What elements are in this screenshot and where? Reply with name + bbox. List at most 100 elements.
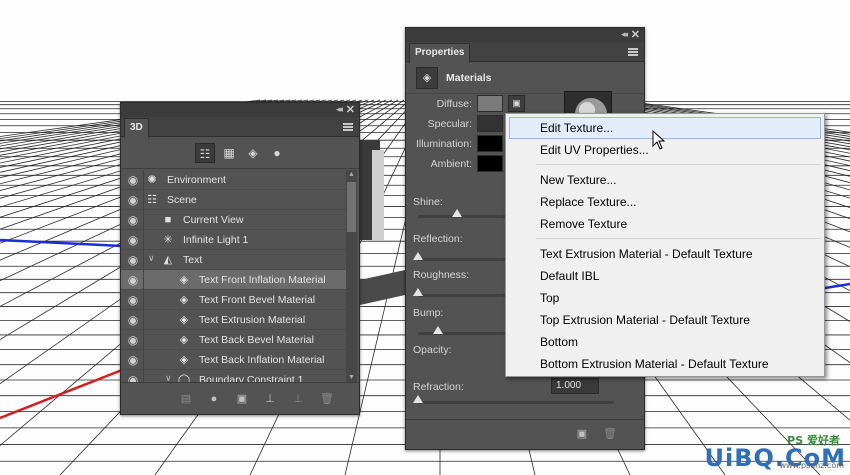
properties-titlebar[interactable]: ◂◂ ✕ xyxy=(406,28,644,42)
layer-row-text-extrusion[interactable]: ◉ ◈ Text Extrusion Material xyxy=(121,310,347,330)
close-icon[interactable]: ✕ xyxy=(346,103,355,116)
texture-menu-icon[interactable]: ▣ xyxy=(508,95,525,112)
mesh-filter-icon[interactable]: ▦ xyxy=(219,143,239,163)
eye-icon[interactable]: ◉ xyxy=(125,233,141,247)
close-icon[interactable]: ✕ xyxy=(631,28,640,41)
layer-list-scrollbar[interactable]: ▲ ▼ xyxy=(346,170,357,382)
menu-item-remove-texture[interactable]: Remove Texture xyxy=(509,213,821,235)
menu-item-top-extrusion-default-texture[interactable]: Top Extrusion Material - Default Texture xyxy=(509,309,821,331)
collapse-icon[interactable]: ◂◂ xyxy=(336,104,343,115)
panel-menu-icon[interactable] xyxy=(343,123,353,131)
3d-panel-footer: ▤ ● ▣ ⊥ ⊥ 🗑 xyxy=(121,382,359,414)
eye-icon[interactable]: ◉ xyxy=(125,173,141,187)
scene-filter-icon[interactable]: ☷ xyxy=(195,143,215,163)
bump-slider-knob[interactable] xyxy=(432,326,443,334)
eye-icon[interactable]: ◉ xyxy=(125,313,141,327)
eye-icon[interactable]: ◉ xyxy=(125,293,141,307)
eye-icon[interactable]: ◉ xyxy=(125,373,141,382)
ambient-label: Ambient: xyxy=(430,158,472,170)
specular-label: Specular: xyxy=(427,118,472,130)
3d-panel: ◂◂ ✕ 3D ☷ ▦ ◈ ● ◉ ✺ Environment ◉ ☷ Scen… xyxy=(120,102,360,415)
menu-item-replace-texture[interactable]: Replace Texture... xyxy=(509,191,821,213)
section-title: Materials xyxy=(446,72,492,84)
chevron-down-icon[interactable]: ∨ xyxy=(148,253,155,264)
trash-icon[interactable]: 🗑 xyxy=(602,427,618,441)
scroll-down-icon[interactable]: ▼ xyxy=(346,374,357,381)
trash-icon[interactable]: 🗑 xyxy=(319,392,335,406)
layer-row-text-back-inflation[interactable]: ◉ ◈ Text Back Inflation Material xyxy=(121,350,347,370)
layer-label: Text Back Inflation Material xyxy=(199,354,325,366)
chevron-down-icon[interactable]: ∨ xyxy=(165,373,172,382)
bump-label: Bump: xyxy=(413,307,444,319)
menu-item-default-ibl[interactable]: Default IBL xyxy=(509,265,821,287)
material-filter-icon[interactable]: ◈ xyxy=(243,143,263,163)
watermark-logo: PS 爱好者 UiBQ.CoM www.psahz.com xyxy=(704,434,846,472)
new-material-icon[interactable]: ▣ xyxy=(574,427,590,441)
layer-row-text[interactable]: ◉ ∨ ◭ Text xyxy=(121,250,347,270)
reflection-label: Reflection: xyxy=(413,233,463,245)
menu-item-bottom-extrusion-default-texture[interactable]: Bottom Extrusion Material - Default Text… xyxy=(509,353,821,375)
properties-footer: ▣ 🗑 xyxy=(406,419,644,449)
diffuse-color-swatch[interactable] xyxy=(477,95,503,112)
layer-row-infinite-light[interactable]: ◉ ✳ Infinite Light 1 xyxy=(121,230,347,250)
layer-row-text-front-inflation[interactable]: ◉ ◈ Text Front Inflation Material xyxy=(121,270,347,290)
refraction-label: Refraction: xyxy=(413,381,464,393)
filter-toolbar: ☷ ▦ ◈ ● xyxy=(121,137,359,169)
ambient-color-swatch[interactable] xyxy=(477,155,503,172)
illumination-label: Illumination: xyxy=(415,138,472,150)
illumination-color-swatch[interactable] xyxy=(477,135,503,152)
menu-item-top[interactable]: Top xyxy=(509,287,821,309)
layer-row-text-back-bevel[interactable]: ◉ ◈ Text Back Bevel Material xyxy=(121,330,347,350)
layer-label: Boundary Constraint 1 xyxy=(199,374,304,382)
scroll-up-icon[interactable]: ▲ xyxy=(346,171,357,178)
layer-label: Text Back Bevel Material xyxy=(199,334,314,346)
layer-label: Text Front Bevel Material xyxy=(199,294,316,306)
layer-label: Infinite Light 1 xyxy=(183,234,249,246)
refraction-input[interactable]: 1.000 xyxy=(551,378,599,394)
eye-icon[interactable]: ◉ xyxy=(125,273,141,287)
collapse-icon[interactable]: ◂◂ xyxy=(621,29,628,40)
scene-icon: ☷ xyxy=(147,194,157,206)
roughness-slider-knob[interactable] xyxy=(413,288,423,296)
render-icon[interactable]: ▤ xyxy=(178,392,194,406)
scene-layer-list: ◉ ✺ Environment ◉ ☷ Scene ◉ ■ Current Vi… xyxy=(121,170,347,382)
eye-icon[interactable]: ◉ xyxy=(125,253,141,267)
refraction-slider[interactable] xyxy=(413,395,614,404)
material-icon: ◈ xyxy=(179,314,189,326)
eye-icon[interactable]: ◉ xyxy=(125,353,141,367)
tab-properties[interactable]: Properties xyxy=(409,43,471,63)
mouse-pointer-icon xyxy=(652,130,666,150)
shine-slider-knob[interactable] xyxy=(452,209,463,217)
3d-panel-titlebar[interactable]: ◂◂ ✕ xyxy=(121,103,359,117)
camera-icon: ■ xyxy=(164,214,172,226)
refraction-slider-knob[interactable] xyxy=(413,395,423,403)
panel-menu-icon[interactable] xyxy=(628,48,638,56)
menu-item-bottom[interactable]: Bottom xyxy=(509,331,821,353)
layer-row-environment[interactable]: ◉ ✺ Environment xyxy=(121,170,347,190)
scrollbar-thumb[interactable] xyxy=(347,182,356,232)
new-mesh-icon[interactable]: ▣ xyxy=(234,392,250,406)
environment-icon: ✺ xyxy=(147,174,157,186)
constraint-icon: ◯ xyxy=(177,374,191,382)
layer-row-current-view[interactable]: ◉ ■ Current View xyxy=(121,210,347,230)
layer-row-boundary-constraint[interactable]: ◉ ∨ ◯ Boundary Constraint 1 xyxy=(121,370,347,382)
material-icon: ◈ xyxy=(179,274,189,286)
menu-divider xyxy=(536,164,821,165)
eye-icon[interactable]: ◉ xyxy=(125,333,141,347)
material-icon: ◈ xyxy=(179,334,189,346)
toggle-gizmo-icon[interactable]: ⊥ xyxy=(290,392,306,406)
eye-icon[interactable]: ◉ xyxy=(125,193,141,207)
eye-icon[interactable]: ◉ xyxy=(125,213,141,227)
layer-label: Text xyxy=(183,254,203,266)
light-filter-icon[interactable]: ● xyxy=(267,143,287,163)
layer-row-text-front-bevel[interactable]: ◉ ◈ Text Front Bevel Material xyxy=(121,290,347,310)
layer-label: Text Extrusion Material xyxy=(199,314,306,326)
reflection-slider-knob[interactable] xyxy=(413,252,423,260)
specular-color-swatch[interactable] xyxy=(477,115,503,132)
drop-to-plane-icon[interactable]: ⊥ xyxy=(262,392,278,406)
menu-item-text-extrusion-default-texture[interactable]: Text Extrusion Material - Default Textur… xyxy=(509,243,821,265)
tab-3d[interactable]: 3D xyxy=(124,118,149,138)
layer-row-scene[interactable]: ◉ ☷ Scene xyxy=(121,190,347,210)
menu-item-new-texture[interactable]: New Texture... xyxy=(509,169,821,191)
add-light-icon[interactable]: ● xyxy=(206,392,222,406)
